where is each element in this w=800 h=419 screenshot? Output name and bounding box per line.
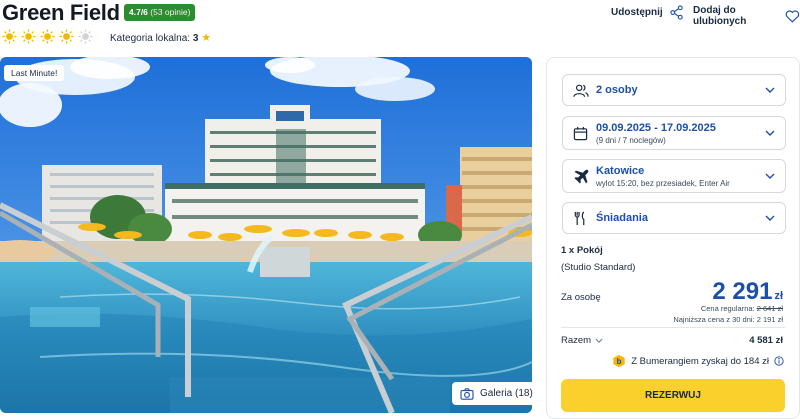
chevron-down-icon bbox=[765, 173, 775, 179]
regular-price-label: Cena regularna: bbox=[700, 304, 755, 313]
chevron-down-icon bbox=[765, 130, 775, 136]
plane-icon bbox=[574, 169, 589, 184]
departure-sub: wylot 15:20, bez przesiadek, Enter Air bbox=[596, 179, 730, 188]
sun-icon bbox=[40, 29, 55, 44]
sun-icon bbox=[21, 29, 36, 44]
sun-icon bbox=[59, 29, 74, 44]
share-label: Udostępnij bbox=[611, 7, 663, 18]
hotel-photo-image bbox=[0, 57, 532, 413]
gallery-label: Galeria (18) bbox=[480, 388, 533, 399]
board-value: Śniadania bbox=[596, 212, 648, 224]
favorite-label: Dodaj do ulubionych bbox=[693, 5, 747, 27]
total-label: Razem bbox=[561, 335, 592, 346]
bumerang-logo-icon: b bbox=[613, 354, 625, 368]
board-select[interactable]: Śniadania bbox=[562, 202, 786, 234]
category-value: 3 bbox=[192, 33, 199, 44]
calendar-icon bbox=[573, 126, 588, 141]
departure-value: Katowice bbox=[596, 165, 645, 177]
persons-value: 2 osoby bbox=[596, 84, 638, 96]
hotel-photo[interactable] bbox=[0, 57, 532, 413]
room-type: (Studio Standard) bbox=[561, 262, 636, 273]
bumerang-text: Z Bumerangiem zyskaj do 184 zł bbox=[631, 355, 769, 367]
total-value: 4 581 zł bbox=[749, 335, 783, 346]
svg-text:b: b bbox=[617, 357, 622, 366]
divider bbox=[561, 327, 785, 328]
room-count: 1 x Pokój bbox=[561, 245, 603, 256]
rating-badge[interactable]: 4.7/6 (53 opinie) bbox=[124, 4, 196, 21]
camera-icon bbox=[460, 387, 474, 400]
chevron-down-icon bbox=[765, 215, 775, 221]
price-amount: 2 291 bbox=[712, 278, 773, 305]
star-icon: ★ bbox=[201, 32, 212, 44]
hotel-title: Green Field bbox=[2, 0, 120, 25]
regular-price: Cena regularna: 2 641 zł bbox=[701, 304, 783, 313]
favorite-button[interactable]: Dodaj do ulubionych bbox=[693, 5, 800, 27]
gallery-button[interactable]: Galeria (18) bbox=[452, 382, 541, 405]
sun-icon bbox=[2, 29, 17, 44]
share-icon bbox=[669, 5, 683, 20]
sun-rating bbox=[2, 29, 93, 44]
category-label: Kategoria lokalna: bbox=[110, 33, 191, 44]
dates-value: 09.09.2025 - 17.09.2025 bbox=[596, 122, 716, 134]
cutlery-icon bbox=[574, 211, 585, 226]
lowest-price-value: 2 191 zł bbox=[756, 315, 783, 324]
dates-select[interactable]: 09.09.2025 - 17.09.2025 (9 dni / 7 nocle… bbox=[562, 116, 786, 150]
bumerang-info: b Z Bumerangiem zyskaj do 184 zł bbox=[612, 354, 784, 368]
lowest-price: Najniższa cena z 30 dni: 2 191 zł bbox=[673, 315, 783, 324]
chevron-down-icon bbox=[765, 87, 775, 93]
price-per-person: 2 291 zł bbox=[712, 278, 783, 306]
last-minute-badge: Last Minute! bbox=[4, 65, 65, 81]
lowest-price-label: Najniższa cena z 30 dni: bbox=[673, 315, 755, 324]
heart-icon bbox=[785, 9, 800, 23]
total-toggle[interactable]: Razem bbox=[561, 335, 603, 346]
per-person-label: Za osobę bbox=[561, 292, 601, 303]
dates-sub: (9 dni / 7 noclegów) bbox=[596, 136, 666, 145]
share-button[interactable]: Udostępnij bbox=[611, 5, 684, 20]
regular-price-value: 2 641 zł bbox=[756, 304, 783, 313]
rating-count: (53 opinie) bbox=[150, 7, 191, 17]
rating-score: 4.7/6 bbox=[129, 7, 148, 17]
departure-select[interactable]: Katowice wylot 15:20, bez przesiadek, En… bbox=[562, 159, 786, 193]
price-currency: zł bbox=[774, 290, 783, 302]
local-category: Kategoria lokalna: 3 ★ bbox=[110, 31, 211, 44]
chevron-down-icon bbox=[595, 338, 603, 343]
people-icon bbox=[573, 84, 589, 97]
reserve-button[interactable]: REZERWUJ bbox=[561, 379, 785, 412]
persons-select[interactable]: 2 osoby bbox=[562, 74, 786, 106]
sun-icon-inactive bbox=[78, 29, 93, 44]
info-icon[interactable] bbox=[774, 356, 784, 366]
